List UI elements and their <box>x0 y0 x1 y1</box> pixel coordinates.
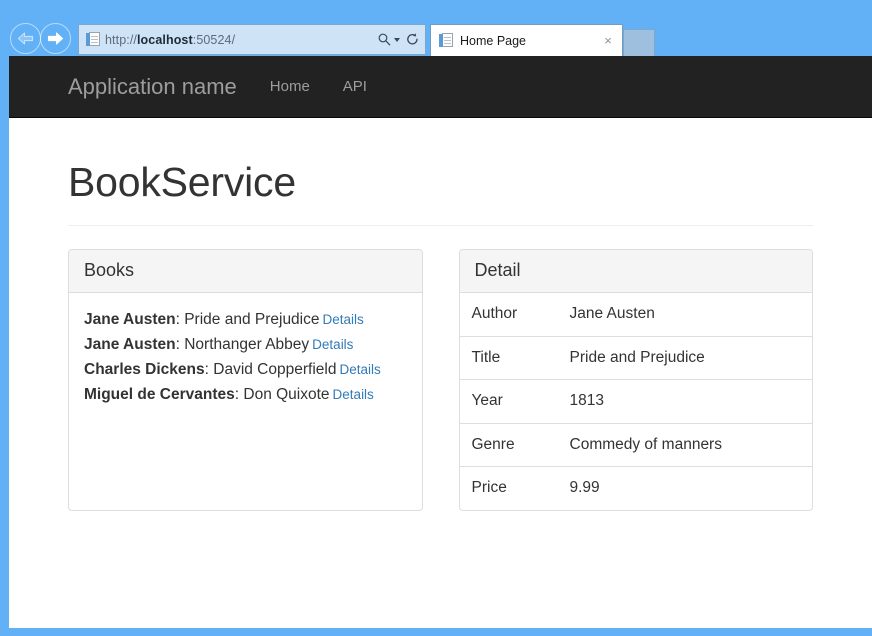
table-row: Title Pride and Prejudice <box>460 336 813 380</box>
list-item: Jane Austen: Northanger AbbeyDetails <box>84 332 407 357</box>
detail-label-title: Title <box>460 336 558 380</box>
browser-chrome: http://localhost:50524/ <box>0 0 872 56</box>
detail-value-title: Pride and Prejudice <box>558 336 813 380</box>
tab-home-page[interactable]: Home Page × <box>430 24 623 56</box>
url-host: localhost <box>137 33 193 47</box>
detail-value-genre: Commedy of manners <box>558 423 813 467</box>
navbar-links: Home API <box>270 79 367 94</box>
url-scheme: http:// <box>105 33 137 47</box>
table-row: Price 9.99 <box>460 467 813 510</box>
book-title: Don Quixote <box>243 386 329 403</box>
books-panel: Books Jane Austen: Pride and Prejudice De… <box>68 249 423 511</box>
books-list: Jane Austen: Pride and PrejudiceDetails … <box>84 307 407 407</box>
book-title: Northanger Abbey <box>184 336 309 353</box>
book-separator: : <box>176 336 185 353</box>
detail-label-price: Price <box>460 467 558 510</box>
detail-panel: Detail Author Jane Austen Title Pride an… <box>459 249 814 511</box>
magnifier-glyph <box>378 33 391 46</box>
page-title: BookService <box>68 160 813 205</box>
books-panel-body: Jane Austen: Pride and PrejudiceDetails … <box>69 293 422 427</box>
detail-panel-title: Detail <box>475 260 521 280</box>
book-author: Jane Austen <box>84 311 176 328</box>
book-author: Jane Austen <box>84 336 176 353</box>
table-row: Genre Commedy of manners <box>460 423 813 467</box>
title-divider <box>68 225 813 226</box>
nav-link-home[interactable]: Home <box>270 79 310 94</box>
list-item: Charles Dickens: David CopperfieldDetail… <box>84 357 407 382</box>
refresh-glyph <box>406 33 419 47</box>
book-details-link[interactable]: Details <box>333 387 374 402</box>
detail-label-author: Author <box>460 293 558 336</box>
book-separator: : <box>176 311 185 328</box>
url-text: http://localhost:50524/ <box>105 33 375 47</box>
url-path: :50524/ <box>193 33 235 47</box>
forward-arrow-icon <box>47 32 64 45</box>
page-viewport: Application name Home API BookService Bo… <box>9 56 872 628</box>
navbar-brand[interactable]: Application name <box>68 76 237 98</box>
book-details-link[interactable]: Details <box>339 362 380 377</box>
nav-link-api[interactable]: API <box>343 79 367 94</box>
address-bar[interactable]: http://localhost:50524/ <box>78 24 426 55</box>
book-title: David Copperfield <box>213 361 336 378</box>
detail-table: Author Jane Austen Title Pride and Preju… <box>460 293 813 510</box>
book-details-link[interactable]: Details <box>323 312 364 327</box>
book-author: Miguel de Cervantes <box>84 386 235 403</box>
chevron-down-icon[interactable] <box>394 38 400 42</box>
detail-value-author: Jane Austen <box>558 293 813 336</box>
tab-document-icon <box>439 33 453 49</box>
back-arrow-icon <box>17 32 34 45</box>
book-author: Charles Dickens <box>84 361 205 378</box>
detail-value-price: 9.99 <box>558 467 813 510</box>
tab-title: Home Page <box>460 34 600 48</box>
panels-row: Books Jane Austen: Pride and PrejudiceDe… <box>68 249 813 511</box>
detail-panel-heading: Detail <box>460 250 813 293</box>
detail-label-genre: Genre <box>460 423 558 467</box>
list-item: Jane Austen: Pride and Prejudice Details <box>84 307 407 332</box>
back-button[interactable] <box>10 23 41 54</box>
forward-button[interactable] <box>40 23 71 54</box>
book-details-link[interactable]: Details <box>312 337 353 352</box>
books-panel-title: Books <box>84 260 134 280</box>
new-tab-button[interactable] <box>623 29 655 56</box>
page-document-icon <box>86 32 100 48</box>
browser-window: http://localhost:50524/ <box>0 0 872 636</box>
tab-strip: Home Page × <box>430 24 655 56</box>
book-title: Pride and Prejudice <box>184 311 319 328</box>
book-separator: : <box>205 361 214 378</box>
refresh-icon[interactable] <box>403 29 421 51</box>
detail-label-year: Year <box>460 380 558 424</box>
search-icon[interactable] <box>375 29 393 51</box>
table-row: Author Jane Austen <box>460 293 813 336</box>
close-icon[interactable]: × <box>600 33 616 49</box>
site-navbar: Application name Home API <box>9 56 872 118</box>
page-container: BookService Books Jane Austen: Pride and… <box>9 160 872 511</box>
table-row: Year 1813 <box>460 380 813 424</box>
detail-value-year: 1813 <box>558 380 813 424</box>
list-item: Miguel de Cervantes: Don QuixoteDetails <box>84 382 407 407</box>
books-panel-heading: Books <box>69 250 422 293</box>
